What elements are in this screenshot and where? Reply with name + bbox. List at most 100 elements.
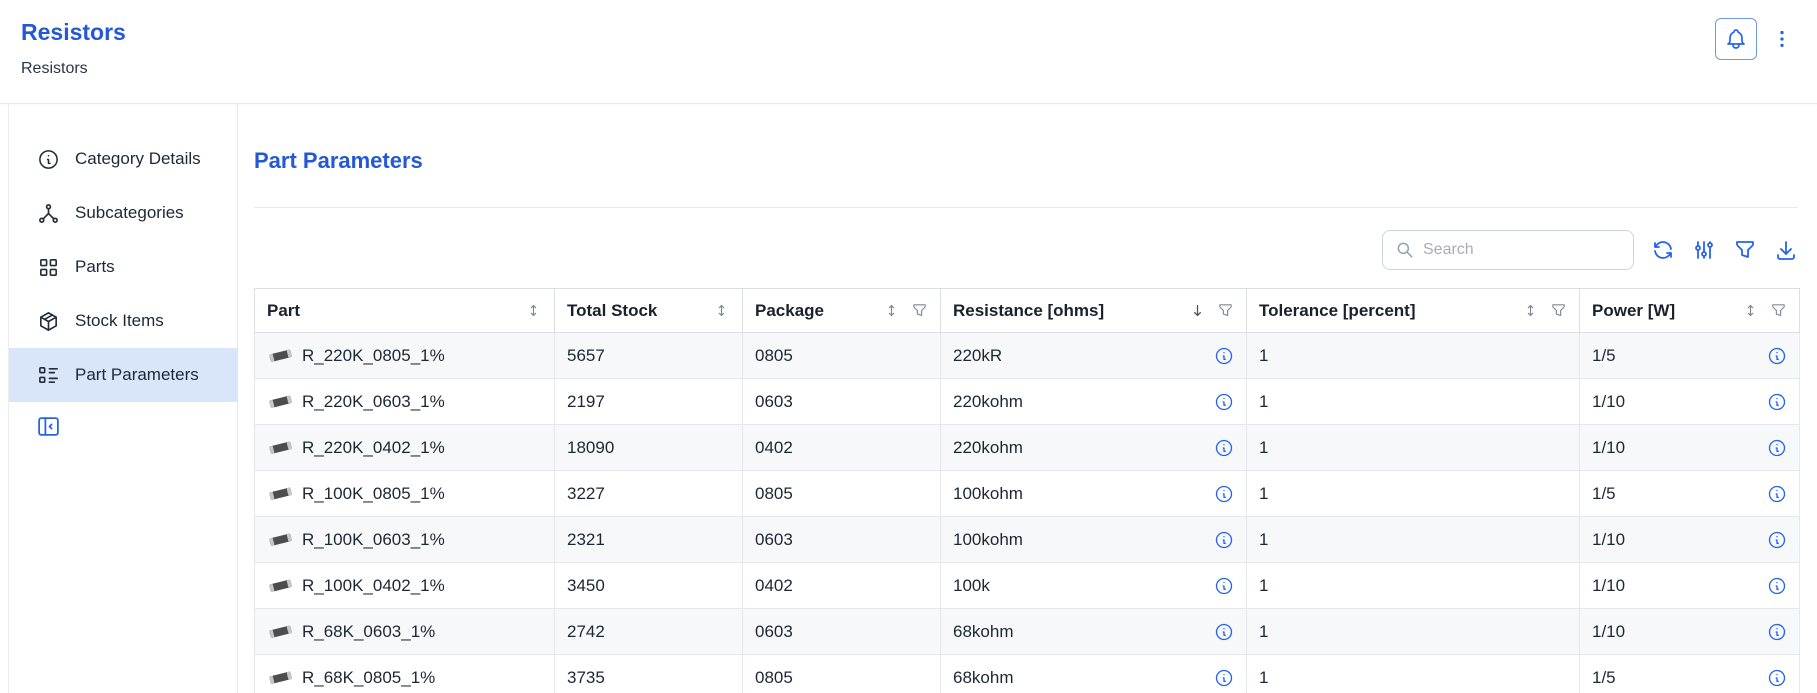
table-row[interactable]: R_100K_0402_1%34500402100k11/10 <box>255 563 1800 609</box>
bell-icon <box>1724 27 1748 51</box>
info-button[interactable] <box>1214 530 1234 550</box>
cell-content: 1 <box>1259 438 1567 458</box>
notifications-button[interactable] <box>1715 18 1757 60</box>
column-header-inner: Power [W] <box>1592 301 1787 321</box>
cell-content: 100k <box>953 576 1234 596</box>
column-header-inner: Total Stock <box>567 301 730 321</box>
refresh-button[interactable] <box>1651 238 1675 262</box>
collapse-sidebar-button[interactable] <box>36 414 61 439</box>
cell-content: R_100K_0805_1% <box>267 484 542 504</box>
sort-desc-icon[interactable] <box>1189 302 1206 319</box>
column-settings-button[interactable] <box>1692 238 1716 262</box>
table-row[interactable]: R_68K_0805_1%3735080568kohm11/5 <box>255 655 1800 693</box>
cell-value: 220kohm <box>953 438 1023 458</box>
info-button[interactable] <box>1767 668 1787 688</box>
breadcrumb[interactable]: Resistors <box>21 60 126 78</box>
download-button[interactable] <box>1774 238 1798 262</box>
table-row[interactable]: R_100K_0603_1%23210603100kohm11/10 <box>255 517 1800 563</box>
sidebar-item-parts[interactable]: Parts <box>9 240 237 294</box>
cell-content: 1/5 <box>1592 668 1787 688</box>
cell-part: R_100K_0805_1% <box>255 471 555 517</box>
info-button[interactable] <box>1214 484 1234 504</box>
info-button[interactable] <box>1214 622 1234 642</box>
sort-icon[interactable] <box>1742 302 1759 319</box>
info-icon <box>1767 438 1787 458</box>
resistor-chip-icon <box>267 577 294 594</box>
table-row[interactable]: R_220K_0603_1%21970603220kohm11/10 <box>255 379 1800 425</box>
cell-value: 100kohm <box>953 484 1023 504</box>
column-header-icons <box>1189 302 1234 319</box>
info-button[interactable] <box>1214 346 1234 366</box>
info-button[interactable] <box>1767 484 1787 504</box>
info-button[interactable] <box>1767 530 1787 550</box>
sidebar-item-label: Parts <box>75 257 115 277</box>
cell-resistance: 68kohm <box>941 655 1247 693</box>
table-row[interactable]: R_220K_0805_1%56570805220kR11/5 <box>255 333 1800 379</box>
cell-value: R_100K_0603_1% <box>302 530 445 550</box>
cell-tolerance: 1 <box>1247 471 1580 517</box>
resistor-chip-icon <box>267 439 294 456</box>
info-button[interactable] <box>1214 668 1234 688</box>
cell-value: R_220K_0603_1% <box>302 392 445 412</box>
cell-content: 0805 <box>755 346 928 366</box>
info-button[interactable] <box>1214 576 1234 596</box>
sort-icon[interactable] <box>713 302 730 319</box>
sort-icon[interactable] <box>1522 302 1539 319</box>
cell-content: 2742 <box>567 622 730 642</box>
cell-value: R_100K_0805_1% <box>302 484 445 504</box>
table-header-row: PartTotal StockPackageResistance [ohms]T… <box>255 289 1800 333</box>
info-button[interactable] <box>1214 438 1234 458</box>
parts-table: PartTotal StockPackageResistance [ohms]T… <box>254 288 1800 693</box>
cell-content: 100kohm <box>953 530 1234 550</box>
table-row[interactable]: R_68K_0603_1%2742060368kohm11/10 <box>255 609 1800 655</box>
cell-value: 1 <box>1259 530 1268 550</box>
cell-value: 1 <box>1259 622 1268 642</box>
cell-power: 1/10 <box>1580 379 1800 425</box>
search-box[interactable] <box>1382 230 1634 270</box>
info-button[interactable] <box>1767 576 1787 596</box>
cell-content: 1 <box>1259 392 1567 412</box>
sidebar-item-stock-items[interactable]: Stock Items <box>9 294 237 348</box>
cell-content: 1/10 <box>1592 438 1787 458</box>
column-filter-icon[interactable] <box>911 302 928 319</box>
cell-resistance: 100k <box>941 563 1247 609</box>
cell-content: 220kohm <box>953 392 1234 412</box>
cell-content: R_68K_0805_1% <box>267 668 542 688</box>
table-body: R_220K_0805_1%56570805220kR11/5R_220K_06… <box>255 333 1800 693</box>
info-button[interactable] <box>1767 346 1787 366</box>
cell-value: 1/5 <box>1592 484 1616 504</box>
filter-button[interactable] <box>1733 238 1757 262</box>
sort-icon[interactable] <box>883 302 900 319</box>
cell-value: 1 <box>1259 668 1268 688</box>
info-button[interactable] <box>1767 438 1787 458</box>
cell-power: 1/10 <box>1580 425 1800 471</box>
list-details-icon <box>37 364 60 387</box>
cell-value: 1/10 <box>1592 438 1625 458</box>
sidebar-item-category-details[interactable]: Category Details <box>9 132 237 186</box>
cell-content: 1/5 <box>1592 346 1787 366</box>
sort-icon[interactable] <box>525 302 542 319</box>
info-icon <box>1214 346 1234 366</box>
cell-resistance: 220kR <box>941 333 1247 379</box>
sidebar: Category DetailsSubcategories Parts Stock … <box>9 104 238 693</box>
cell-total-stock: 2197 <box>555 379 743 425</box>
sidebar-item-subcategories[interactable]: Subcategories <box>9 186 237 240</box>
column-filter-icon[interactable] <box>1550 302 1567 319</box>
table-row[interactable]: R_220K_0402_1%180900402220kohm11/10 <box>255 425 1800 471</box>
sidebar-item-part-parameters[interactable]: Part Parameters <box>9 348 237 402</box>
resistor-chip-icon <box>267 347 294 364</box>
kebab-menu-button[interactable] <box>1769 18 1795 60</box>
table-row[interactable]: R_100K_0805_1%32270805100kohm11/5 <box>255 471 1800 517</box>
search-input[interactable] <box>1423 241 1621 259</box>
column-filter-icon[interactable] <box>1217 302 1234 319</box>
info-button[interactable] <box>1214 392 1234 412</box>
column-filter-icon[interactable] <box>1770 302 1787 319</box>
cell-package: 0402 <box>743 563 941 609</box>
resistor-chip-icon <box>267 623 294 640</box>
info-button[interactable] <box>1767 392 1787 412</box>
info-icon <box>1767 530 1787 550</box>
info-button[interactable] <box>1767 622 1787 642</box>
main-content: Part Parameters <box>238 104 1817 693</box>
cell-content: 0603 <box>755 530 928 550</box>
column-header-icons <box>1742 302 1787 319</box>
